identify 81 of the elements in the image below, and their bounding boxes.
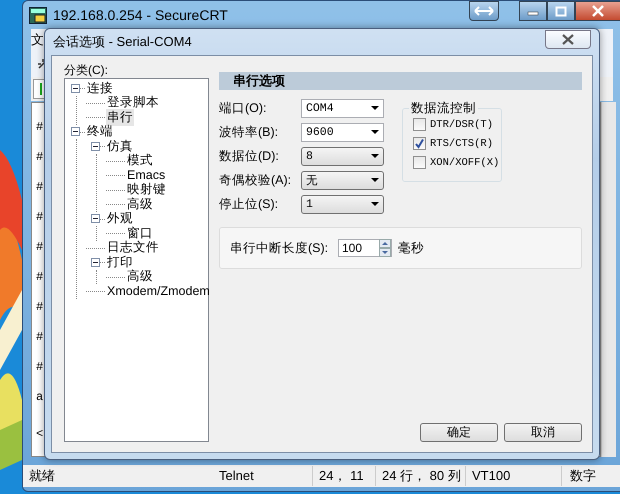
tree-item[interactable]: 终端 [86, 123, 114, 140]
collapse-icon[interactable] [91, 142, 100, 151]
dialog-title: 会话选项 - Serial-COM4 [53, 33, 193, 51]
caret-icon [371, 154, 379, 158]
category-label: 分类(C): [64, 62, 109, 78]
status-text: VT100 [466, 466, 562, 486]
checkbox-label: DTR/DSR(T) [430, 118, 494, 130]
close-button[interactable] [545, 30, 591, 48]
number-field[interactable]: 100 [338, 239, 392, 257]
dialog-button[interactable]: 取消 [504, 423, 582, 442]
collapse-icon[interactable] [91, 214, 100, 224]
group-title: 数据流控制 [409, 100, 478, 117]
window-title: 192.168.0.254 - SecureCRT [53, 7, 228, 23]
menu-item[interactable]: 文 [31, 31, 44, 49]
terminal-line: # [36, 241, 44, 254]
tree-item[interactable]: 高级 [126, 268, 154, 286]
minimize-button[interactable] [519, 1, 547, 21]
field-label: 波特率(B): [219, 124, 280, 140]
spinner-arrows[interactable] [379, 239, 391, 257]
checkbox-label: XON/XOFF(X) [430, 156, 500, 168]
field-label: 数据位(D): [219, 148, 280, 164]
terminal-line: < [36, 428, 44, 441]
maximize-button[interactable] [547, 1, 575, 21]
field-label: 串行中断长度(S): [230, 240, 330, 256]
tree-item[interactable]: Xmodem/Zmodem [106, 284, 211, 298]
checkbox[interactable] [413, 118, 426, 131]
scrollbar[interactable] [601, 102, 616, 457]
dropdown[interactable]: 无 [301, 170, 384, 190]
status-text: 数字 [569, 467, 596, 485]
unit-label: 毫秒 [398, 240, 424, 256]
tree-item[interactable]: 窗口 [126, 224, 154, 242]
terminal-line: # [36, 181, 44, 194]
status-text: 24， 11 [313, 466, 376, 486]
double-arrow-icon [474, 6, 494, 16]
terminal-line: a [36, 391, 44, 404]
caret-icon [371, 202, 379, 206]
field-label: 停止位(S): [219, 196, 280, 212]
tree-item[interactable]: Emacs [126, 168, 166, 182]
terminal-icon [29, 6, 47, 24]
tree-item[interactable]: 连接 [86, 80, 114, 97]
tree-item[interactable]: 登录脚本 [106, 94, 160, 112]
dialog-button[interactable]: 确定 [420, 423, 498, 442]
tree-item[interactable]: 日志文件 [106, 239, 160, 256]
checkbox-label: RTS/CTS(R) [430, 138, 494, 150]
checkbox[interactable] [413, 137, 426, 150]
tree-item[interactable]: 映射键 [126, 181, 167, 198]
close-button[interactable] [575, 1, 620, 21]
status-text: Telnet [209, 466, 313, 486]
tree-item[interactable]: 模式 [126, 152, 154, 170]
terminal-line: # [36, 301, 44, 314]
terminal-line: # [36, 211, 44, 224]
tree-item[interactable]: 高级 [126, 196, 154, 213]
tree-item[interactable]: 串行 [106, 108, 134, 126]
combo-box[interactable]: COM4 [301, 98, 384, 118]
close-icon [561, 34, 575, 44]
field-label: 奇偶校验(A): [219, 172, 292, 188]
dropdown[interactable]: 1 [301, 194, 384, 214]
terminal-line: # [36, 151, 44, 164]
terminal-line: # [36, 121, 44, 134]
terminal-line: # [36, 361, 44, 374]
section-header: 串行选项 [219, 72, 582, 90]
field-label: 端口(O): [219, 100, 268, 116]
status-text: 24 行， 80 列 [376, 466, 466, 486]
tree-item[interactable]: 外观 [106, 210, 134, 228]
maximize-icon [555, 6, 567, 16]
caret-icon [371, 130, 379, 134]
checkbox[interactable] [413, 156, 426, 169]
combo-box[interactable]: 9600 [301, 122, 384, 142]
collapse-icon[interactable] [71, 127, 80, 136]
caret-icon [371, 106, 379, 110]
collapse-icon[interactable] [91, 258, 100, 267]
dropdown[interactable]: 8 [301, 146, 384, 166]
terminal-line: # [36, 271, 44, 284]
tree-item[interactable]: 打印 [106, 254, 134, 271]
terminal-line: # [36, 331, 44, 344]
collapse-icon[interactable] [71, 84, 80, 93]
tree-item[interactable]: 仿真 [106, 138, 134, 155]
caret-icon [371, 178, 379, 182]
resize-button[interactable] [469, 1, 499, 21]
status-text: 就绪 [28, 467, 56, 485]
close-icon [591, 5, 605, 17]
